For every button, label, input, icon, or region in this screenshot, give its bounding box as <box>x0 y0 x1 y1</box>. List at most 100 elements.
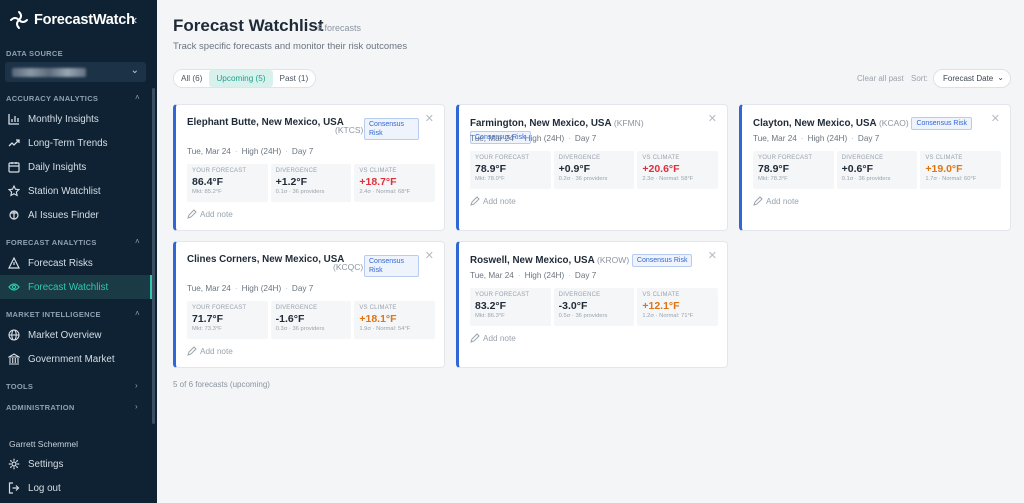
tab-past[interactable]: Past (1) <box>273 70 316 87</box>
tab-upcoming[interactable]: Upcoming (5) <box>209 70 273 87</box>
sidebar-item-long-term-trends[interactable]: Long-Term Trends <box>0 131 152 155</box>
card-stats: YOUR FORECAST 86.4°F Mkt: 85.2°F DIVERGENC… <box>187 164 436 202</box>
close-icon[interactable]: ✕ <box>425 249 434 262</box>
section-accuracy-analytics[interactable]: ACCURACY ANALYTICS <box>6 94 98 103</box>
station-code: (KTCS) <box>335 125 364 135</box>
stat-your-forecast: YOUR FORECAST 83.2°F Mkt: 86.3°F <box>470 288 551 326</box>
sidebar-item-label: Monthly Insights <box>28 113 99 125</box>
add-note-button[interactable]: Add note <box>753 196 799 206</box>
consensus-risk-badge: Consensus Risk <box>911 117 973 130</box>
eye-icon <box>7 280 21 294</box>
sidebar-item-market-overview[interactable]: Market Overview <box>0 323 152 347</box>
tab-all[interactable]: All (6) <box>174 70 209 87</box>
card-header: Roswell, New Mexico, USA (KROW) Consensu… <box>470 253 699 268</box>
card-location: Roswell, New Mexico, USA <box>470 255 595 266</box>
card-location: Clines Corners, New Mexico, USA <box>187 254 345 265</box>
add-note-button[interactable]: Add note <box>187 209 233 219</box>
station-code: (KCAO) <box>878 118 909 128</box>
consensus-risk-badge: Consensus Risk <box>364 255 419 277</box>
card-location: Clayton, New Mexico, USA <box>753 118 877 129</box>
ai-search-icon <box>7 208 21 222</box>
stat-your-forecast: YOUR FORECAST 86.4°F Mkt: 85.2°F <box>187 164 268 202</box>
data-source-select[interactable]: ⌄ <box>5 62 146 82</box>
sidebar-item-logout[interactable]: Log out <box>0 476 152 500</box>
close-icon[interactable]: ✕ <box>708 249 717 262</box>
card-meta: Tue, Mar 24 · High (24H) · Day 7 <box>470 271 597 280</box>
sidebar-item-forecast-risks[interactable]: Forecast Risks <box>0 251 152 275</box>
sidebar-item-label: Settings <box>28 458 64 470</box>
section-administration[interactable]: ADMINISTRATION <box>6 403 75 412</box>
sidebar-item-station-watchlist[interactable]: Station Watchlist <box>0 179 152 203</box>
bar-chart-icon <box>7 112 21 126</box>
sidebar-item-ai-issues-finder[interactable]: AI Issues Finder <box>0 203 152 227</box>
app-logo[interactable]: ForecastWatch <box>9 8 135 32</box>
sidebar-item-daily-insights[interactable]: Daily Insights <box>0 155 152 179</box>
add-note-button[interactable]: Add note <box>470 196 516 206</box>
sidebar-item-forecast-watchlist[interactable]: Forecast Watchlist <box>0 275 152 299</box>
sidebar-item-label: Long-Term Trends <box>28 137 108 149</box>
sidebar-item-label: Market Overview <box>28 329 102 341</box>
sidebar-item-government-market[interactable]: Government Market <box>0 347 152 371</box>
stat-your-forecast: YOUR FORECAST 78.9°F Mkt: 78.3°F <box>753 151 834 189</box>
forecast-card[interactable]: Elephant Butte, New Mexico, USA (KTCS) C… <box>173 104 445 231</box>
section-forecast-analytics[interactable]: FORECAST ANALYTICS <box>6 238 97 247</box>
clear-all-past-button[interactable]: Clear all past <box>857 74 904 83</box>
results-summary: 5 of 6 forecasts (upcoming) <box>173 380 270 389</box>
stat-your-forecast: YOUR FORECAST 71.7°F Mkt: 73.3°F <box>187 301 268 339</box>
forecast-day: Day 7 <box>291 147 314 156</box>
chevron-right-icon[interactable]: › <box>135 402 138 411</box>
forecast-date: Tue, Mar 24 <box>187 147 231 156</box>
gear-icon <box>7 457 21 471</box>
section-market-intelligence[interactable]: MARKET INTELLIGENCE <box>6 310 101 319</box>
card-meta: Tue, Mar 24 · High (24H) · Day 7 <box>187 147 314 156</box>
pencil-icon <box>187 346 197 356</box>
sidebar-item-settings[interactable]: Settings <box>0 452 152 476</box>
sidebar-item-monthly-insights[interactable]: Monthly Insights <box>0 107 152 131</box>
stat-divergence: DIVERGENCE +1.2°F 0.1σ · 36 providers <box>270 164 352 202</box>
section-tools[interactable]: TOOLS <box>6 382 33 391</box>
sort-select[interactable]: Forecast Date ⌄ <box>933 69 1011 88</box>
card-stats: YOUR FORECAST 78.9°F Mkt: 78.3°F DIVERGENC… <box>753 151 1002 189</box>
chevron-up-icon[interactable]: ˄ <box>135 237 140 246</box>
stat-vs-climate: VS CLIMATE +18.7°F 2.4σ · Normal: 68°F <box>354 164 436 202</box>
chevron-up-icon[interactable]: ˄ <box>135 93 140 102</box>
stat-your-forecast: YOUR FORECAST 78.9°F Mkt: 78.0°F <box>470 151 551 189</box>
card-stats: YOUR FORECAST 78.9°F Mkt: 78.0°F DIVERGENC… <box>470 151 719 189</box>
stat-divergence: DIVERGENCE +0.9°F 0.2σ · 36 providers <box>553 151 635 189</box>
collapse-sidebar-icon[interactable]: ‹ <box>133 12 137 27</box>
card-location: Farmington, New Mexico, USA <box>470 118 612 129</box>
forecast-card[interactable]: Roswell, New Mexico, USA (KROW) Consensu… <box>456 241 728 368</box>
user-name: Garrett Schemmel <box>9 439 78 449</box>
app-name: ForecastWatch <box>34 12 135 28</box>
logout-icon <box>7 481 21 495</box>
forecast-count: 6 forecasts <box>317 23 362 33</box>
card-location: Elephant Butte, New Mexico, USA <box>187 117 344 128</box>
add-note-button[interactable]: Add note <box>470 333 516 343</box>
forecast-card[interactable]: Clines Corners, New Mexico, USA (KCQC) C… <box>173 241 445 368</box>
sidebar-item-label: Government Market <box>28 353 115 365</box>
forecast-card[interactable]: Farmington, New Mexico, USA (KFMN) Conse… <box>456 104 728 231</box>
chevron-right-icon[interactable]: › <box>135 381 138 390</box>
filter-tabs: All (6) Upcoming (5) Past (1) <box>173 69 317 88</box>
add-note-button[interactable]: Add note <box>187 346 233 356</box>
sidebar-item-label: Daily Insights <box>28 161 87 173</box>
close-icon[interactable]: ✕ <box>425 112 434 125</box>
sidebar-item-label: Forecast Watchlist <box>28 281 109 293</box>
close-icon[interactable]: ✕ <box>708 112 717 125</box>
stat-divergence: DIVERGENCE -1.6°F 0.3σ · 36 providers <box>270 301 352 339</box>
trend-line-icon <box>7 136 21 150</box>
forecast-card[interactable]: Clayton, New Mexico, USA (KCAO) Consensu… <box>739 104 1011 231</box>
pencil-icon <box>470 196 480 206</box>
page-title: Forecast Watchlist <box>173 16 324 35</box>
sidebar-item-label: Station Watchlist <box>28 185 101 197</box>
logo-icon <box>10 11 28 29</box>
stat-vs-climate: VS CLIMATE +18.1°F 1.9σ · Normal: 54°F <box>354 301 436 339</box>
card-stats: YOUR FORECAST 71.7°F Mkt: 73.3°F DIVERGENC… <box>187 301 436 339</box>
close-icon[interactable]: ✕ <box>991 112 1000 125</box>
station-code: (KROW) <box>597 255 630 265</box>
chevron-up-icon[interactable]: ˄ <box>135 309 140 318</box>
sidebar-scrollbar[interactable] <box>152 88 155 424</box>
sidebar: ForecastWatch ‹ DATA SOURCE ⌄ ACCURACY A… <box>0 0 157 503</box>
forecast-type: High (24H) <box>241 147 282 156</box>
consensus-risk-badge: Consensus Risk <box>631 254 693 267</box>
